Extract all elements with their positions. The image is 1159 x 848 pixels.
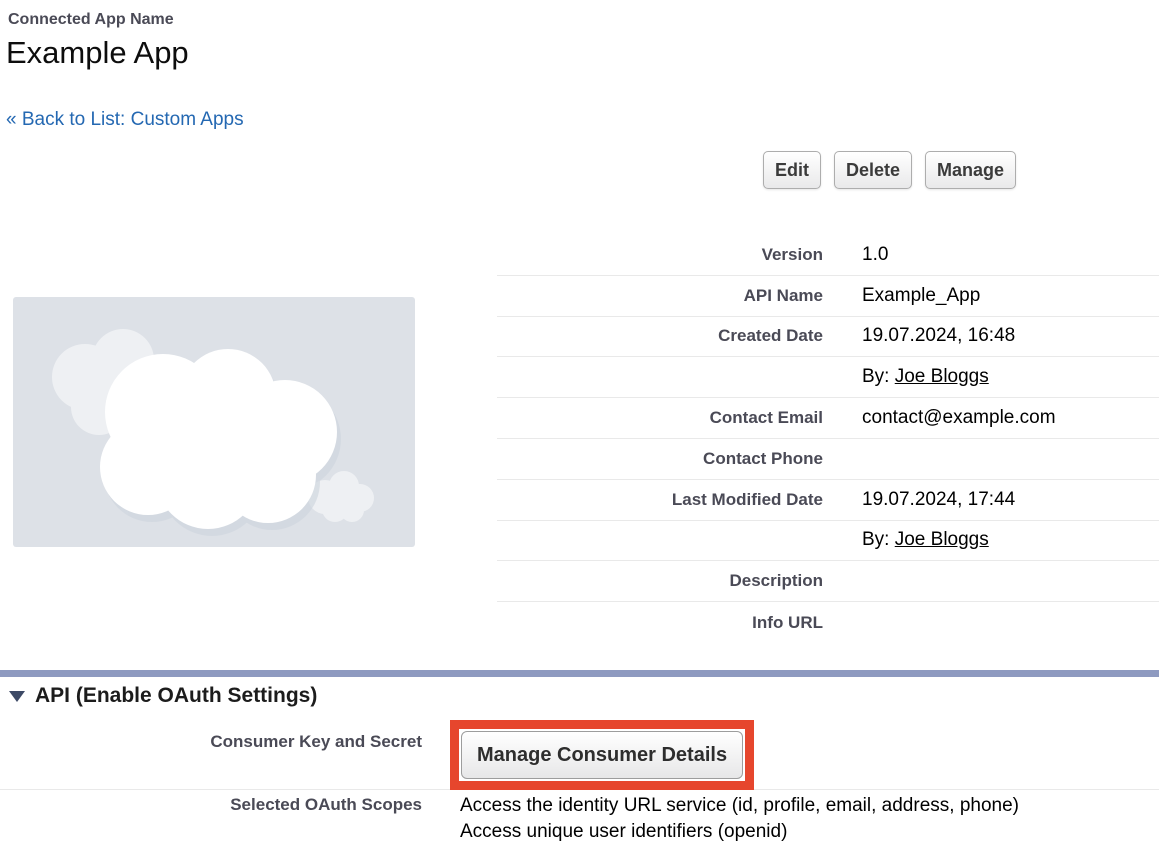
field-value: Example_App xyxy=(823,285,1159,307)
consumer-key-row: Consumer Key and Secret Manage Consumer … xyxy=(0,712,1159,790)
field-value: contact@example.com xyxy=(823,407,1159,429)
field-label: Info URL xyxy=(497,613,823,633)
field-row-created-date: Created Date 19.07.2024, 16:48 xyxy=(497,317,1159,358)
back-to-list-link[interactable]: « Back to List: Custom Apps xyxy=(6,109,244,131)
oauth-section-title: API (Enable OAuth Settings) xyxy=(35,684,317,708)
field-row-created-by: By: Joe Bloggs xyxy=(497,357,1159,398)
field-row-api-name: API Name Example_App xyxy=(497,276,1159,317)
field-row-info-url: Info URL xyxy=(497,602,1159,643)
cloud-illustration-icon xyxy=(13,297,415,547)
consumer-key-label: Consumer Key and Secret xyxy=(0,712,422,790)
page-title: Example App xyxy=(6,36,189,70)
field-label: Description xyxy=(497,571,823,591)
field-row-last-modified-date: Last Modified Date 19.07.2024, 17:44 xyxy=(497,480,1159,521)
field-value: 1.0 xyxy=(823,244,1159,266)
field-value: 19.07.2024, 16:48 xyxy=(823,325,1159,347)
section-divider-bar xyxy=(0,670,1159,677)
toolbar: Edit Delete Manage xyxy=(763,151,1016,189)
manage-consumer-details-button[interactable]: Manage Consumer Details xyxy=(461,731,743,779)
field-row-contact-phone: Contact Phone xyxy=(497,439,1159,480)
oauth-scopes-row: Selected OAuth Scopes Access the identit… xyxy=(0,790,1159,845)
field-label: Contact Email xyxy=(497,408,823,428)
app-logo-image xyxy=(13,297,415,547)
oauth-scopes-label: Selected OAuth Scopes xyxy=(0,790,422,845)
record-type-label: Connected App Name xyxy=(8,11,174,29)
field-label: Created Date xyxy=(497,326,823,346)
field-value: By: Joe Bloggs xyxy=(823,366,1159,388)
field-row-description: Description xyxy=(497,561,1159,602)
modified-by-link[interactable]: Joe Bloggs xyxy=(895,529,989,550)
connected-app-detail-page: Connected App Name Example App « Back to… xyxy=(0,0,1159,848)
by-prefix: By: xyxy=(862,529,895,550)
oauth-section-header: API (Enable OAuth Settings) xyxy=(9,684,317,708)
field-label: Contact Phone xyxy=(497,449,823,469)
field-label: API Name xyxy=(497,286,823,306)
section-collapse-icon[interactable] xyxy=(9,691,25,702)
detail-field-table: Version 1.0 API Name Example_App Created… xyxy=(497,235,1159,643)
field-row-modified-by: By: Joe Bloggs xyxy=(497,521,1159,562)
edit-button[interactable]: Edit xyxy=(763,151,821,189)
oauth-scope-item: Access unique user identifiers (openid) xyxy=(460,819,1159,845)
annotation-highlight-box: Manage Consumer Details xyxy=(450,720,754,790)
field-row-version: Version 1.0 xyxy=(497,235,1159,276)
by-prefix: By: xyxy=(862,366,895,387)
delete-button[interactable]: Delete xyxy=(834,151,912,189)
field-value: By: Joe Bloggs xyxy=(823,529,1159,551)
field-value: 19.07.2024, 17:44 xyxy=(823,489,1159,511)
manage-button[interactable]: Manage xyxy=(925,151,1016,189)
field-label: Version xyxy=(497,245,823,265)
field-label: Last Modified Date xyxy=(497,490,823,510)
created-by-link[interactable]: Joe Bloggs xyxy=(895,366,989,387)
oauth-scope-item: Access the identity URL service (id, pro… xyxy=(460,793,1159,819)
field-row-contact-email: Contact Email contact@example.com xyxy=(497,398,1159,439)
